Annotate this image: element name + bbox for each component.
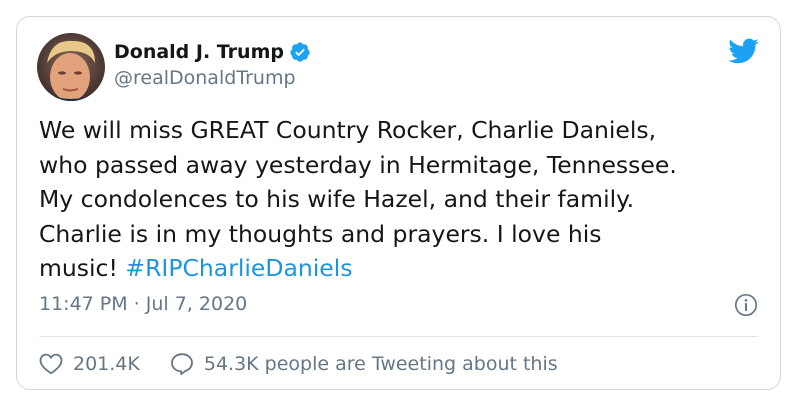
twitter-bird-icon[interactable] xyxy=(727,37,759,65)
like-count: 201.4K xyxy=(73,353,140,375)
conversation-link[interactable]: 54.3K people are Tweeting about this xyxy=(170,352,558,376)
author-display-name[interactable]: Donald J. Trump xyxy=(114,41,284,63)
tweet-text-line: music! #RIPCharlieDaniels xyxy=(39,251,769,286)
tweet-text-line: who passed away yesterday in Hermitage, … xyxy=(39,150,677,179)
speech-bubble-icon xyxy=(170,353,193,376)
author-handle[interactable]: @realDonaldTrump xyxy=(114,67,296,89)
hashtag-link[interactable]: #RIPCharlieDaniels xyxy=(125,254,352,282)
avatar[interactable] xyxy=(37,33,105,101)
tweet-text-line: We will miss GREAT Country Rocker, Charl… xyxy=(39,116,657,144)
author-name-row[interactable]: Donald J. Trump xyxy=(114,37,311,67)
conversation-text: 54.3K people are Tweeting about this xyxy=(203,353,558,375)
tweet-text-line: Charlie is in my thoughts and prayers. I… xyxy=(39,219,602,248)
tweet-card[interactable]: Donald J. Trump @realDonaldTrump We will… xyxy=(16,16,781,390)
tweet-text-line: My condolences to his wife Hazel, and th… xyxy=(39,185,635,213)
like-button[interactable]: 201.4K xyxy=(39,353,140,375)
verified-badge-icon xyxy=(289,41,311,63)
tweet-timestamp[interactable]: 11:47 PM · Jul 7, 2020 xyxy=(39,293,247,315)
divider xyxy=(39,336,758,337)
tweet-text-fragment: music! xyxy=(39,254,126,282)
heart-icon xyxy=(39,353,63,375)
tweet-text: We will miss GREAT Country Rocker, Charl… xyxy=(39,113,769,286)
info-icon[interactable] xyxy=(734,293,758,317)
engagement-bar: 201.4K 54.3K people are Tweeting about t… xyxy=(39,349,558,379)
